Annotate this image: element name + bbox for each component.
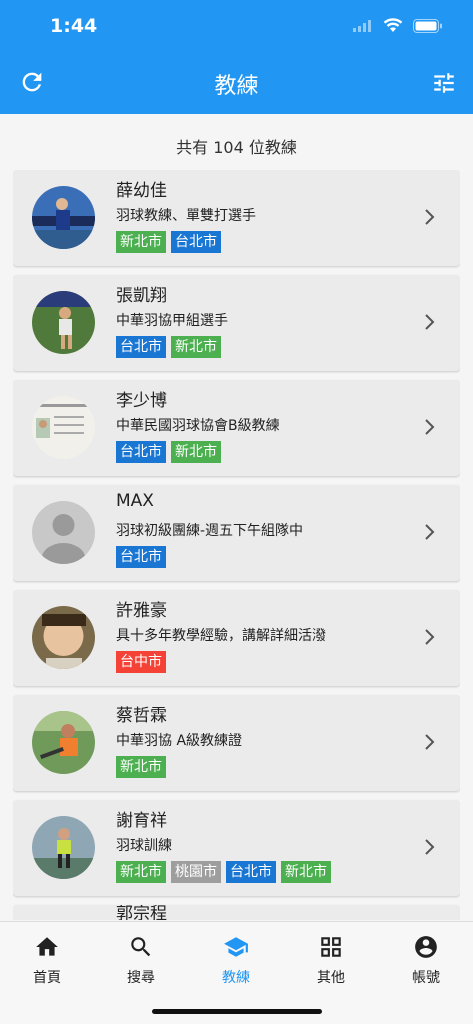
region-tag: 桃園市	[171, 861, 221, 883]
coach-card[interactable]: 蔡哲霖 中華羽協 A級教練證 新北市	[13, 695, 460, 791]
region-tag: 新北市	[116, 861, 166, 883]
coach-list: 薛幼佳 羽球教練、單雙打選手 新北市 台北市 張凱翔 中華羽協甲組選手 台北市 …	[13, 170, 460, 920]
app-bar: 教練	[0, 54, 473, 114]
coach-card[interactable]: 謝育祥 羽球訓練 新北市 桃園市 台北市 新北市	[13, 800, 460, 896]
coach-card[interactable]: 張凱翔 中華羽協甲組選手 台北市 新北市	[13, 275, 460, 371]
tab-label: 其他	[317, 970, 345, 986]
region-tag: 新北市	[281, 861, 331, 883]
chevron-right-icon	[425, 524, 435, 540]
region-tag: 台北市	[116, 546, 166, 568]
region-tag: 台北市	[116, 441, 166, 463]
home-icon	[36, 937, 58, 956]
region-tag: 新北市	[116, 756, 166, 778]
coach-card[interactable]: MAX 羽球初級團練-週五下午組隊中 台北市	[13, 485, 460, 581]
wifi-icon	[383, 18, 403, 32]
coach-avatar	[32, 711, 95, 774]
school-icon	[224, 937, 248, 957]
chevron-right-icon	[425, 839, 435, 855]
region-tags: 新北市 台北市	[116, 231, 221, 253]
coach-description: 中華羽協 A級教練證	[116, 733, 243, 749]
region-tags: 台中市	[116, 651, 166, 673]
tab-search[interactable]: 搜尋	[94, 934, 188, 987]
region-tag: 台北市	[116, 336, 166, 358]
coach-name: 郭宗程	[116, 905, 167, 920]
search-icon	[131, 937, 151, 957]
region-tags: 台北市 新北市	[116, 441, 221, 463]
coach-description: 羽球初級團練-週五下午組隊中	[116, 523, 304, 539]
region-tag: 新北市	[171, 441, 221, 463]
chevron-right-icon	[425, 734, 435, 750]
chevron-right-icon	[425, 629, 435, 645]
region-tags: 新北市 桃園市 台北市 新北市	[116, 861, 331, 883]
chevron-right-icon	[425, 314, 435, 330]
region-tags: 台北市	[116, 546, 166, 568]
region-tag: 台中市	[116, 651, 166, 673]
home-indicator	[152, 1009, 322, 1014]
coach-avatar	[32, 606, 95, 669]
region-tag: 新北市	[171, 336, 221, 358]
coach-card-partial[interactable]: 郭宗程	[13, 905, 460, 920]
coach-count: 共有 104 位教練	[176, 138, 297, 157]
coach-description: 羽球教練、單雙打選手	[116, 208, 256, 224]
coach-avatar	[32, 501, 95, 564]
filter-sliders-icon[interactable]	[431, 70, 457, 96]
signal-icon	[353, 19, 371, 32]
coach-card[interactable]: 薛幼佳 羽球教練、單雙打選手 新北市 台北市	[13, 170, 460, 266]
battery-icon	[413, 18, 442, 33]
coach-avatar	[32, 186, 95, 249]
top-header: 1:44 教練	[0, 0, 473, 114]
tab-label: 帳號	[412, 970, 440, 986]
region-tags: 新北市	[116, 756, 166, 778]
status-icons	[353, 18, 443, 33]
coach-name: 薛幼佳	[116, 181, 167, 201]
grid-icon	[321, 937, 341, 957]
coach-name: 張凱翔	[116, 286, 167, 306]
coach-name: 蔡哲霖	[116, 706, 167, 726]
coach-description: 羽球訓練	[116, 838, 172, 854]
coach-avatar	[32, 291, 95, 354]
chevron-right-icon	[425, 209, 435, 225]
coach-description: 中華民國羽球協會B級教練	[116, 418, 280, 434]
coach-name: MAX	[116, 491, 154, 511]
coach-description: 具十多年教學經驗，講解詳細活潑	[116, 628, 326, 644]
tab-label: 首頁	[33, 970, 61, 986]
coach-name: 李少博	[116, 391, 167, 411]
tab-label: 教練	[222, 970, 250, 986]
region-tag: 台北市	[171, 231, 221, 253]
tab-coaches[interactable]: 教練	[189, 934, 283, 987]
tab-account[interactable]: 帳號	[379, 934, 473, 987]
coach-description: 中華羽協甲組選手	[116, 313, 228, 329]
status-time: 1:44	[50, 15, 98, 37]
coach-name: 謝育祥	[116, 811, 167, 831]
account-icon	[415, 936, 437, 958]
tab-home[interactable]: 首頁	[0, 934, 94, 987]
coach-card[interactable]: 李少博 中華民國羽球協會B級教練 台北市 新北市	[13, 380, 460, 476]
tab-other[interactable]: 其他	[284, 934, 378, 987]
coach-name: 許雅豪	[116, 601, 167, 621]
chevron-right-icon	[425, 419, 435, 435]
status-bar: 1:44	[0, 0, 473, 54]
region-tags: 台北市 新北市	[116, 336, 221, 358]
region-tag: 台北市	[226, 861, 276, 883]
coach-card[interactable]: 許雅豪 具十多年教學經驗，講解詳細活潑 台中市	[13, 590, 460, 686]
tab-label: 搜尋	[127, 970, 155, 986]
coach-avatar	[32, 396, 95, 459]
page-title: 教練	[214, 74, 259, 99]
coach-avatar	[32, 816, 95, 879]
region-tag: 新北市	[116, 231, 166, 253]
